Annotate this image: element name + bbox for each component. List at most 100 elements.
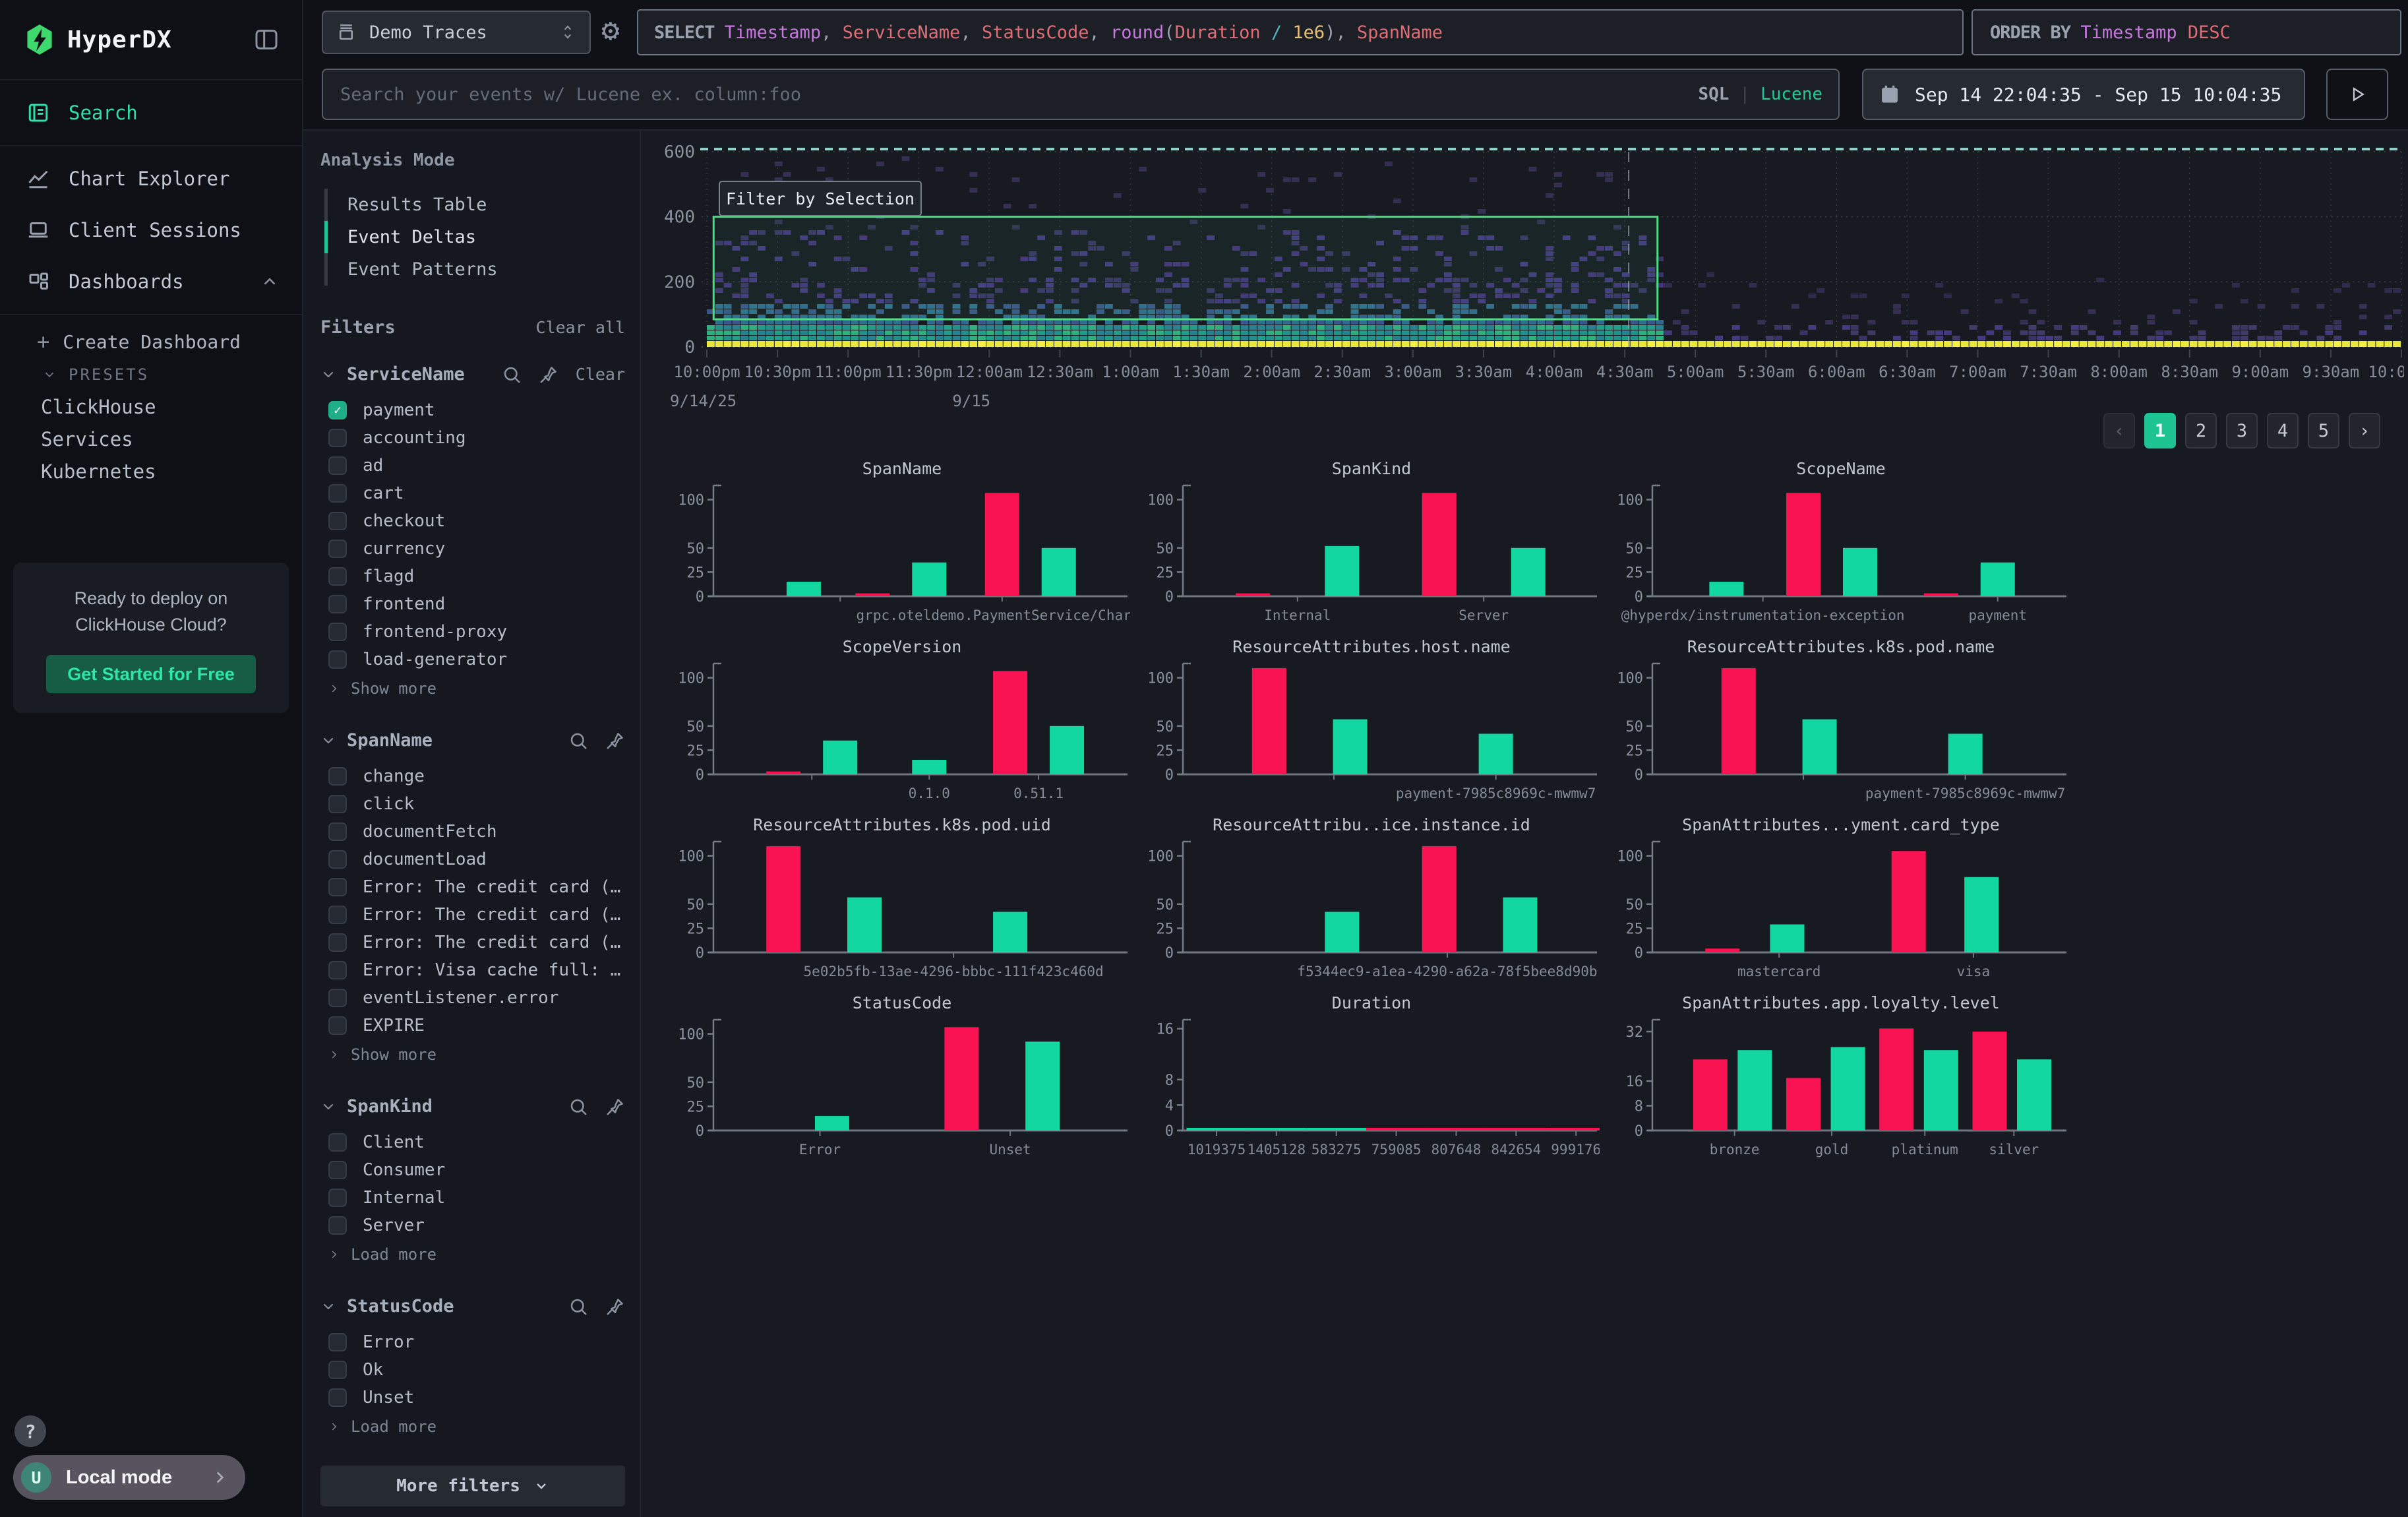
checkbox[interactable]: ✓ bbox=[328, 623, 347, 641]
checkbox[interactable]: ✓ bbox=[328, 1133, 347, 1152]
search-icon[interactable] bbox=[568, 1297, 588, 1316]
filter-option-click[interactable]: ✓click bbox=[320, 790, 625, 818]
filter-option-error-visa-cache-full-[interactable]: ✓Error: Visa cache full: … bbox=[320, 956, 625, 984]
sidebar-item-chart-explorer[interactable]: Chart Explorer bbox=[0, 153, 302, 204]
filter-option-frontend[interactable]: ✓frontend bbox=[320, 590, 625, 618]
pagination-page-5[interactable]: 5 bbox=[2308, 413, 2339, 449]
checkbox[interactable]: ✓ bbox=[328, 1361, 347, 1379]
bar-chart-service-instance-id-svg[interactable]: 02550100f5344ec9-a1ea-4290-a62a-78f5bee8… bbox=[1143, 836, 1600, 985]
filter-option-documentfetch[interactable]: ✓documentFetch bbox=[320, 818, 625, 846]
presets-toggle[interactable]: PRESETS bbox=[0, 359, 302, 390]
filter-option-error[interactable]: ✓Error bbox=[320, 1328, 625, 1356]
show-more-link[interactable]: Show more bbox=[320, 1039, 625, 1070]
pin-icon[interactable] bbox=[539, 365, 558, 385]
more-filters-button[interactable]: More filters bbox=[320, 1466, 625, 1506]
create-dashboard-button[interactable]: + Create Dashboard bbox=[0, 325, 302, 359]
checkbox[interactable]: ✓ bbox=[328, 1216, 347, 1235]
sidebar-item-clickhouse[interactable]: ClickHouse bbox=[0, 390, 302, 423]
sidebar-item-search[interactable]: Search bbox=[0, 87, 302, 139]
checkbox[interactable]: ✓ bbox=[328, 456, 347, 475]
filter-option-error-the-credit-card-[interactable]: ✓Error: The credit card (… bbox=[320, 901, 625, 929]
filter-option-ok[interactable]: ✓Ok bbox=[320, 1356, 625, 1384]
pagination-prev[interactable]: ‹ bbox=[2103, 413, 2135, 449]
bar-chart-k8s-pod-uid-svg[interactable]: 025501005e02b5fb-13ae-4296-bbbc-111f423c… bbox=[674, 836, 1130, 985]
filter-option-internal[interactable]: ✓Internal bbox=[320, 1184, 625, 1212]
checkbox[interactable]: ✓ bbox=[328, 429, 347, 447]
filter-by-selection-button[interactable]: Filter by Selection bbox=[719, 181, 922, 216]
sidebar-item-services[interactable]: Services bbox=[0, 423, 302, 455]
bar-chart-spankind-svg[interactable]: 02550100InternalServer bbox=[1143, 480, 1600, 629]
lucene-mode-toggle[interactable]: Lucene bbox=[1761, 84, 1822, 104]
clear-group-button[interactable]: Clear bbox=[576, 365, 625, 384]
bar-chart-statuscode-svg[interactable]: 02550100ErrorUnset bbox=[674, 1014, 1130, 1163]
clear-all-filters-button[interactable]: Clear all bbox=[536, 318, 625, 337]
checkbox[interactable]: ✓ bbox=[328, 961, 347, 979]
filter-option-change[interactable]: ✓change bbox=[320, 762, 625, 790]
analysis-mode-results-table[interactable]: Results Table bbox=[324, 189, 625, 221]
sidebar-collapse-icon[interactable] bbox=[253, 26, 280, 53]
select-query-input[interactable]: SELECT Timestamp, ServiceName, StatusCod… bbox=[637, 9, 1964, 55]
search-input[interactable] bbox=[339, 84, 1698, 106]
sidebar-item-dashboards[interactable]: Dashboards bbox=[0, 256, 302, 307]
checkbox[interactable]: ✓ bbox=[328, 822, 347, 841]
checkbox-checked[interactable]: ✓ bbox=[328, 401, 347, 419]
filter-option-unset[interactable]: ✓Unset bbox=[320, 1384, 625, 1411]
filter-option-accounting[interactable]: ✓accounting bbox=[320, 424, 625, 452]
bar-chart-spanname-svg[interactable]: 02550100grpc.oteldemo.PaymentService/Cha… bbox=[674, 480, 1130, 629]
filter-option-load-generator[interactable]: ✓load-generator bbox=[320, 646, 625, 673]
search-icon[interactable] bbox=[568, 1097, 588, 1117]
filter-option-expire[interactable]: ✓EXPIRE bbox=[320, 1012, 625, 1039]
checkbox[interactable]: ✓ bbox=[328, 1333, 347, 1351]
filter-option-eventlistener-error[interactable]: ✓eventListener.error bbox=[320, 984, 625, 1012]
show-more-link[interactable]: Show more bbox=[320, 673, 625, 704]
filter-option-consumer[interactable]: ✓Consumer bbox=[320, 1156, 625, 1184]
search-icon[interactable] bbox=[568, 731, 588, 751]
filter-option-ad[interactable]: ✓ad bbox=[320, 452, 625, 480]
filter-option-currency[interactable]: ✓currency bbox=[320, 535, 625, 563]
pagination-page-4[interactable]: 4 bbox=[2267, 413, 2299, 449]
search-icon[interactable] bbox=[502, 365, 522, 385]
chevron-down-icon[interactable] bbox=[320, 1299, 336, 1315]
checkbox[interactable]: ✓ bbox=[328, 933, 347, 952]
filter-option-client[interactable]: ✓Client bbox=[320, 1129, 625, 1156]
chevron-down-icon[interactable] bbox=[320, 1099, 336, 1115]
chevron-down-icon[interactable] bbox=[320, 733, 336, 749]
filter-option-frontend-proxy[interactable]: ✓frontend-proxy bbox=[320, 618, 625, 646]
get-started-button[interactable]: Get Started for Free bbox=[46, 655, 256, 693]
gear-icon[interactable]: ⚙ bbox=[601, 8, 620, 51]
checkbox[interactable]: ✓ bbox=[328, 595, 347, 613]
pagination-next[interactable]: › bbox=[2349, 413, 2380, 449]
checkbox[interactable]: ✓ bbox=[328, 878, 347, 896]
bar-chart-k8s-pod-name-svg[interactable]: 02550100payment-7985c8969c-mwmw7 bbox=[1613, 658, 2069, 807]
filter-option-flagd[interactable]: ✓flagd bbox=[320, 563, 625, 590]
analysis-mode-event-deltas[interactable]: Event Deltas bbox=[324, 221, 625, 253]
filter-option-cart[interactable]: ✓cart bbox=[320, 480, 625, 507]
sidebar-item-kubernetes[interactable]: Kubernetes bbox=[0, 455, 302, 487]
analysis-mode-event-patterns[interactable]: Event Patterns bbox=[324, 253, 625, 286]
run-query-button[interactable] bbox=[2326, 69, 2388, 120]
load-more-link[interactable]: Load more bbox=[320, 1239, 625, 1270]
sql-mode-toggle[interactable]: SQL bbox=[1698, 84, 1729, 104]
load-more-link[interactable]: Load more bbox=[320, 1411, 625, 1442]
filter-option-server[interactable]: ✓Server bbox=[320, 1212, 625, 1239]
checkbox[interactable]: ✓ bbox=[328, 567, 347, 586]
checkbox[interactable]: ✓ bbox=[328, 1016, 347, 1035]
checkbox[interactable]: ✓ bbox=[328, 1189, 347, 1207]
chevron-down-icon[interactable] bbox=[320, 367, 336, 383]
checkbox[interactable]: ✓ bbox=[328, 1161, 347, 1179]
order-by-input[interactable]: ORDER BY Timestamp DESC bbox=[1972, 9, 2401, 55]
filter-option-payment[interactable]: ✓payment bbox=[320, 396, 625, 424]
filter-option-checkout[interactable]: ✓checkout bbox=[320, 507, 625, 535]
checkbox[interactable]: ✓ bbox=[328, 1388, 347, 1407]
pin-icon[interactable] bbox=[605, 1297, 625, 1316]
hyperdx-logo[interactable]: HyperDX bbox=[25, 24, 172, 55]
source-select[interactable]: Demo Traces bbox=[322, 11, 591, 54]
filter-option-error-the-credit-card-[interactable]: ✓Error: The credit card (… bbox=[320, 873, 625, 901]
checkbox[interactable]: ✓ bbox=[328, 512, 347, 530]
checkbox[interactable]: ✓ bbox=[328, 767, 347, 786]
checkbox[interactable]: ✓ bbox=[328, 484, 347, 503]
pagination-page-3[interactable]: 3 bbox=[2226, 413, 2258, 449]
bar-chart-scopeversion-svg[interactable]: 025501000.1.00.51.1 bbox=[674, 658, 1130, 807]
checkbox[interactable]: ✓ bbox=[328, 540, 347, 558]
date-range-picker[interactable]: Sep 14 22:04:35 - Sep 15 10:04:35 bbox=[1862, 69, 2305, 120]
